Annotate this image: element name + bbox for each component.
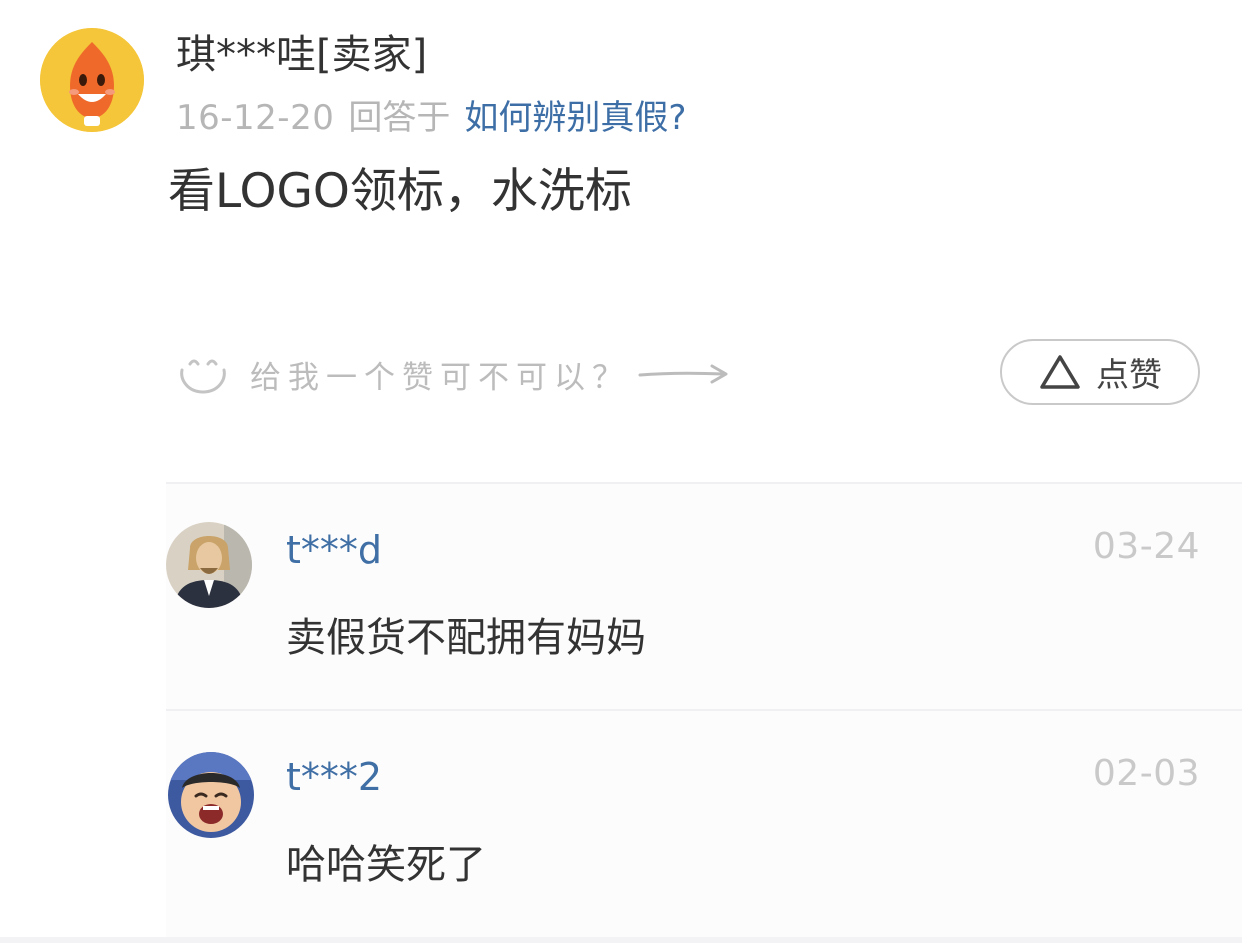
author-avatar[interactable] — [40, 28, 144, 132]
bottom-divider — [0, 937, 1242, 943]
comment-avatar[interactable] — [166, 522, 252, 608]
comment-text: 哈哈笑死了 — [286, 842, 486, 888]
divider — [166, 709, 1242, 711]
comment-username[interactable]: t***2 — [286, 754, 382, 800]
comment-avatar[interactable] — [168, 752, 254, 838]
triangle-like-icon — [1040, 355, 1080, 389]
question-link[interactable]: 如何辨别真假? — [464, 98, 686, 138]
answer-meta: 16-12-20 回答于 如何辨别真假? — [176, 95, 686, 141]
comment-list: t***d 03-24 卖假货不配拥有妈妈 t***2 02-03 哈哈笑死了 — [166, 482, 1242, 943]
like-button[interactable]: 点赞 — [1000, 339, 1200, 405]
author-name[interactable]: 琪***哇[卖家] — [176, 30, 427, 80]
comment-text: 卖假货不配拥有妈妈 — [286, 615, 646, 661]
comment-date: 02-03 — [1092, 753, 1200, 794]
arrow-right-icon — [638, 364, 728, 384]
like-prompt: 给我一个赞可不可以？ — [176, 350, 732, 398]
answer-date: 16-12-20 — [176, 98, 335, 138]
orange-flame-mascot-icon — [40, 28, 144, 132]
answer-body: 看LOGO领标，水洗标 — [168, 164, 632, 219]
like-button-label: 点赞 — [1096, 355, 1162, 394]
like-prompt-text: 给我一个赞可不可以？ — [250, 359, 630, 396]
comment-username[interactable]: t***d — [286, 527, 382, 573]
divider — [166, 482, 1242, 484]
laughing-kid-photo-avatar — [168, 752, 254, 838]
smile-icon — [180, 359, 226, 394]
sketched-man-portrait-avatar — [166, 522, 252, 608]
comment-date: 03-24 — [1092, 526, 1200, 567]
answered-label: 回答于 — [348, 98, 451, 138]
